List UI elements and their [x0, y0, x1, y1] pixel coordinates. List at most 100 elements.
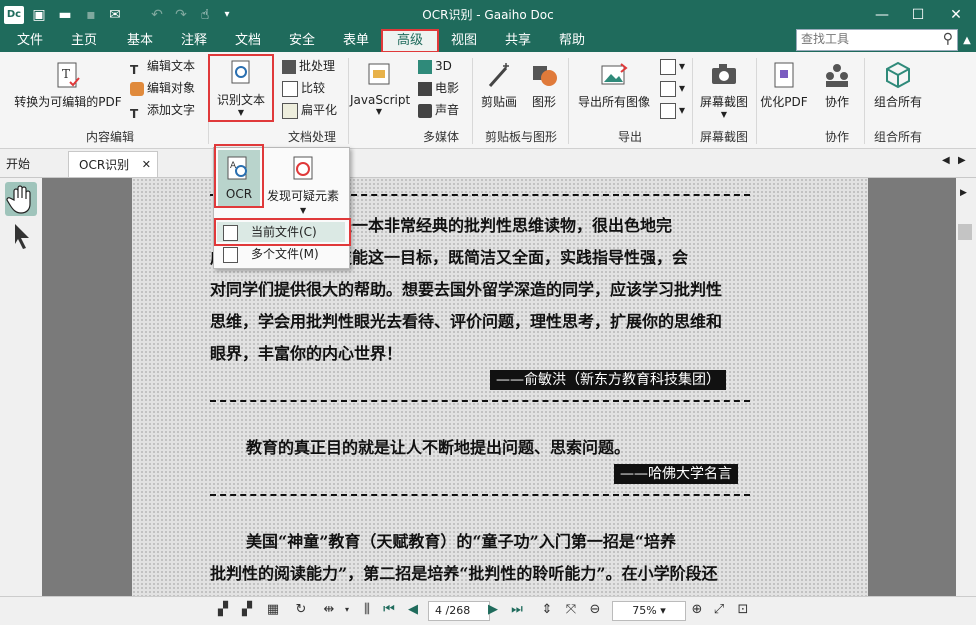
- tab-ocr[interactable]: OCR识别 ✕: [68, 151, 158, 177]
- batch-button[interactable]: 批处理: [282, 56, 335, 76]
- export-option-2[interactable]: ▾: [660, 78, 685, 98]
- ocr-pages-icon: [223, 247, 238, 263]
- continuous-icon[interactable]: ▦: [264, 601, 282, 619]
- rotate-icon[interactable]: ↻: [292, 601, 310, 619]
- ocr-dropdown-menu: A OCR 发现可疑元素 ▼ 当前文件(C) 多个文件(M): [213, 144, 351, 269]
- export-option-3[interactable]: ▾: [660, 100, 685, 120]
- zoom-out-icon[interactable]: ⊖: [586, 601, 604, 619]
- shapes-button[interactable]: 图形: [524, 60, 564, 110]
- add-text-button[interactable]: T 添加文字: [130, 100, 195, 121]
- fit-width-icon[interactable]: ⇹: [320, 601, 338, 619]
- menu-advanced[interactable]: 高级: [381, 29, 439, 53]
- last-page-icon[interactable]: ⏭: [508, 601, 526, 619]
- left-toolbar: [0, 178, 43, 596]
- movie-button[interactable]: 电影: [418, 78, 459, 98]
- maximize-button[interactable]: ☐: [900, 0, 936, 30]
- menu-file[interactable]: 文件: [8, 30, 52, 52]
- single-page-icon[interactable]: ▞: [214, 601, 232, 619]
- prev-page-icon[interactable]: ◀: [404, 601, 422, 619]
- convert-editable-button[interactable]: T 转换为可编辑的PDF: [8, 60, 128, 110]
- collaborate-button[interactable]: 协作: [814, 60, 860, 110]
- fit-window-icon[interactable]: ⊡: [734, 601, 752, 619]
- doc-line-3: 对同学们提供很大的帮助。想要去国外留学深造的同学，应该学习批判性: [210, 280, 723, 299]
- compare-icon: [282, 80, 298, 97]
- menu-help[interactable]: 帮助: [550, 30, 594, 52]
- fit-height-icon[interactable]: ⇕: [538, 601, 556, 619]
- tabs-left-arrow-icon[interactable]: ◀: [942, 155, 950, 166]
- edit-object-button[interactable]: 编辑对象: [130, 78, 195, 98]
- document-tabs: 开始 OCR识别 ✕ ◀ ▶: [0, 149, 976, 178]
- tab-close-icon[interactable]: ✕: [142, 152, 151, 178]
- doc-line-4: 思维，学会用批判性眼光去看待、评价问题，理性思考，扩展你的思维和: [210, 312, 723, 331]
- menu-view[interactable]: 视图: [442, 30, 486, 52]
- tabs-right-arrow-icon[interactable]: ▶: [958, 155, 966, 166]
- optimize-pdf-button[interactable]: 优化PDF: [758, 60, 810, 110]
- cube-3d-icon: [418, 59, 432, 74]
- movie-icon: [418, 81, 432, 96]
- vertical-scrollbar[interactable]: ▶: [956, 178, 976, 596]
- fullscreen-icon[interactable]: ⤢: [710, 601, 728, 619]
- close-button[interactable]: ✕: [938, 0, 974, 30]
- tab-start[interactable]: 开始: [6, 151, 56, 177]
- scroll-thumb[interactable]: [958, 224, 972, 240]
- export-image-icon: [601, 63, 628, 85]
- zoom-select[interactable]: 75% ▾: [612, 601, 686, 621]
- edit-text-button[interactable]: T 编辑文本: [130, 56, 195, 77]
- scroll-up-icon[interactable]: ▶: [960, 188, 967, 198]
- menu-share[interactable]: 共享: [496, 30, 540, 52]
- separator: [864, 58, 865, 144]
- export-images-button[interactable]: 导出所有图像: [572, 60, 656, 110]
- ocr-button-highlight-frame: [214, 144, 264, 208]
- page-icon: [660, 102, 676, 119]
- group-collab: 协作: [824, 130, 849, 144]
- group-export: 导出: [617, 130, 642, 144]
- menu-security[interactable]: 安全: [280, 30, 324, 52]
- menu-document[interactable]: 文档: [226, 30, 270, 52]
- 3d-button[interactable]: 3D: [418, 56, 452, 76]
- title-bar: Dc ▣ ▬ ▪ ✉ ↶ ↷ ☝ ▾ OCR识别 - Gaaiho Doc — …: [0, 0, 976, 30]
- find-suspects-button[interactable]: 发现可疑元素: [262, 150, 344, 206]
- doc-line-5: 眼界，丰富你的内心世界！: [210, 344, 403, 363]
- divider: [210, 494, 750, 496]
- hand-tool-icon[interactable]: [5, 182, 37, 216]
- search-icon[interactable]: ⚲: [943, 31, 953, 47]
- select-arrow-icon[interactable]: [5, 220, 37, 254]
- sound-button[interactable]: 声音: [418, 100, 459, 120]
- search-input[interactable]: [797, 30, 935, 48]
- batch-icon: [282, 59, 296, 74]
- next-page-icon[interactable]: ▶: [484, 601, 502, 619]
- zoom-in-icon[interactable]: ⊕: [688, 601, 706, 619]
- document-view[interactable]: 问》是一本非常经典的批判性思维读物，很出色地完 成 问的技能这一目标，既简洁又全…: [42, 178, 956, 596]
- columns-icon[interactable]: ⫼: [358, 601, 376, 619]
- page-number-field[interactable]: 4 /268: [428, 601, 490, 621]
- compare-button[interactable]: 比较: [282, 78, 325, 98]
- add-text-icon: T: [130, 106, 139, 121]
- screenshot-button[interactable]: 屏幕截图 ▼: [694, 60, 754, 119]
- find-suspects-icon: [293, 156, 313, 180]
- flatten-button[interactable]: 扁平化: [282, 100, 337, 120]
- menu-home[interactable]: 主页: [62, 30, 106, 52]
- clip-art-button[interactable]: 剪贴画: [476, 60, 522, 110]
- group-content-edit: 内容编辑: [85, 130, 134, 144]
- divider: [210, 400, 750, 402]
- ribbon-collapse-icon[interactable]: ▲: [958, 30, 976, 52]
- fit-page-icon[interactable]: ⤧: [562, 601, 580, 619]
- quote-2: 教育的真正目的就是让人不断地提出问题、思索问题。: [246, 438, 631, 457]
- menu-comment[interactable]: 注释: [172, 30, 216, 52]
- two-page-icon[interactable]: ▞: [238, 601, 256, 619]
- menu-form[interactable]: 表单: [334, 30, 378, 52]
- first-page-icon[interactable]: ⏮: [380, 601, 398, 619]
- menu-basic[interactable]: 基本: [118, 30, 162, 52]
- cube-icon: [886, 61, 910, 89]
- multiple-files-item[interactable]: 多个文件(M): [217, 244, 345, 264]
- fit-dropdown-icon[interactable]: ▾: [338, 601, 356, 619]
- separator: [756, 58, 757, 144]
- separator: [568, 58, 569, 144]
- attribution-2: ——哈佛大学名言: [614, 464, 738, 484]
- javascript-button[interactable]: JavaScript ▼: [350, 60, 410, 116]
- minimize-button[interactable]: —: [864, 0, 900, 30]
- dropdown-arrow-icon: ▼: [300, 206, 307, 215]
- export-option-1[interactable]: ▾: [660, 56, 685, 76]
- group-combine: 组合所有: [873, 130, 922, 144]
- combine-all-button[interactable]: 组合所有: [866, 60, 930, 110]
